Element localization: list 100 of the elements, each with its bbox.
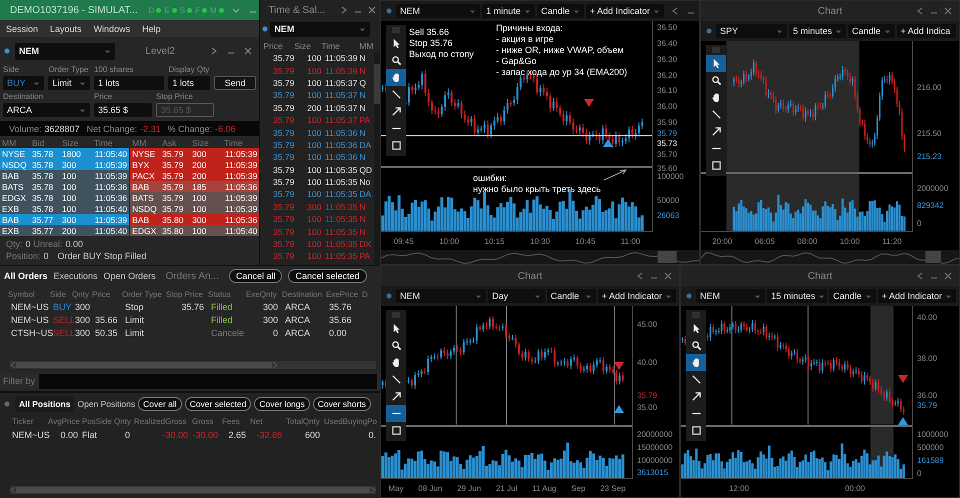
scrollbar[interactable] — [10, 486, 376, 494]
column-header[interactable]: Size — [294, 41, 322, 51]
drag-handle-icon[interactable] — [390, 27, 402, 33]
column-header[interactable]: PosSide — [82, 417, 114, 426]
cover-button[interactable]: Cover shorts — [312, 397, 371, 411]
menu-item[interactable]: Windows — [94, 24, 130, 34]
tab[interactable]: Open Orders — [104, 271, 156, 281]
chevron-left-icon[interactable] — [915, 271, 925, 281]
menu-item[interactable]: Help — [142, 24, 161, 34]
column-header[interactable]: Price — [260, 41, 294, 51]
bid-row[interactable]: BATS 35.78 100 11:05:36 — [0, 181, 130, 192]
close-icon[interactable] — [243, 46, 254, 56]
chevron-icon[interactable] — [339, 5, 349, 15]
close-icon[interactable] — [663, 271, 673, 281]
link-dot-icon[interactable] — [4, 48, 10, 54]
bid-row[interactable]: EXB 35.77 200 11:05:40 — [0, 225, 130, 236]
interval-dropdown[interactable]: 5 minutes — [788, 24, 846, 38]
symbol-dropdown[interactable]: NEM — [270, 22, 370, 36]
link-dot-icon[interactable] — [386, 8, 392, 14]
side-dropdown[interactable]: BUY — [3, 76, 44, 90]
send-button[interactable]: Send — [214, 76, 256, 90]
interval-dropdown[interactable]: 15 minutes — [767, 289, 828, 303]
menu-item[interactable]: Layouts — [50, 24, 82, 34]
ask-row[interactable]: BATS 35.79 100 11:05:39 — [130, 192, 260, 203]
column-header[interactable]: RealizedGross — [134, 417, 192, 426]
add-indicator-dropdown[interactable]: + Add Indicator — [878, 289, 956, 303]
column-header[interactable]: Gross — [192, 417, 222, 426]
link-dot-icon[interactable] — [386, 293, 392, 299]
ask-row[interactable]: BAB 35.80 300 11:05:36 — [130, 214, 260, 225]
interval-dropdown[interactable]: 1 minute — [482, 4, 536, 18]
cover-button[interactable]: Cover selected — [184, 397, 252, 411]
order-type-dropdown[interactable]: Limit — [48, 76, 90, 90]
column-header[interactable]: MM — [357, 41, 374, 51]
symbol-dropdown[interactable]: SPY — [716, 24, 787, 38]
navigator-drawing[interactable] — [701, 250, 959, 264]
column-header[interactable]: Ticker — [12, 417, 48, 426]
menu-item[interactable]: Session — [6, 24, 38, 34]
column-header[interactable]: Net — [250, 417, 286, 426]
column-header[interactable]: Qnty — [114, 417, 134, 426]
chevron-left-icon[interactable] — [635, 271, 645, 281]
bid-row[interactable]: NYSE 35.78 1800 11:05:40 — [0, 148, 130, 159]
link-dot-icon[interactable] — [686, 293, 692, 299]
column-header[interactable]: Time — [321, 41, 358, 51]
symbol-dropdown[interactable]: NEM — [396, 289, 486, 303]
ask-row[interactable]: BYX 35.79 200 11:05:39 — [130, 159, 260, 170]
tab[interactable]: All Positions — [15, 396, 74, 412]
drag-handle-icon[interactable] — [710, 47, 722, 53]
cancel-button[interactable]: Cancel all — [228, 269, 282, 283]
close-icon[interactable] — [367, 5, 377, 15]
link-dot-icon[interactable] — [4, 401, 10, 407]
chevron-left-icon[interactable] — [915, 6, 925, 16]
cover-button[interactable]: Cover all — [138, 397, 182, 411]
tab[interactable]: Open Positions — [77, 399, 136, 409]
scrollbar[interactable] — [10, 361, 376, 369]
close-icon[interactable] — [943, 271, 953, 281]
symbol-dropdown[interactable]: NEM — [696, 289, 766, 303]
cover-button[interactable]: Cover longs — [254, 397, 310, 411]
bid-row[interactable]: EXB 35.78 100 11:05:40 — [0, 203, 130, 214]
add-indicator-dropdown[interactable]: + Add Indicator — [598, 289, 676, 303]
bid-row[interactable]: NSDQ 35.78 300 11:05:39 — [0, 159, 130, 170]
scroll-thumb[interactable] — [16, 362, 272, 368]
chart-type-dropdown[interactable]: Candle — [546, 289, 596, 303]
chevron-icon[interactable] — [209, 46, 220, 56]
column-header[interactable]: AvgPrice — [48, 417, 82, 426]
chart-type-dropdown[interactable]: Candle — [537, 4, 584, 18]
ask-row[interactable]: PACX 35.79 200 11:05:39 — [130, 170, 260, 181]
destination-dropdown[interactable]: ARCA — [3, 103, 90, 117]
close-icon[interactable] — [943, 6, 953, 16]
symbol-dropdown[interactable]: NEM — [396, 4, 480, 18]
bid-row[interactable]: EDGX 35.78 100 11:05:36 — [0, 192, 130, 203]
scroll-thumb[interactable] — [16, 487, 370, 493]
link-dot-icon[interactable] — [262, 26, 268, 32]
tab[interactable]: All Orders — [4, 271, 48, 281]
symbol-dropdown[interactable]: NEM — [15, 42, 115, 60]
chevron-left-icon[interactable] — [670, 6, 680, 16]
scroll-thumb[interactable] — [374, 64, 380, 104]
chart-type-dropdown[interactable]: Candle — [848, 24, 894, 38]
bid-row[interactable]: BAB 35.77 300 11:05:39 — [0, 214, 130, 225]
price-input[interactable]: 35.65 $ — [94, 103, 152, 117]
ask-row[interactable]: NYSE 35.79 300 11:05:39 — [130, 148, 260, 159]
tab[interactable]: Executions — [54, 271, 98, 281]
shares-input[interactable]: 1 lots — [94, 76, 164, 90]
filter-input[interactable] — [39, 374, 377, 388]
bid-row[interactable]: BAB 35.78 100 11:05:39 — [0, 170, 130, 181]
ask-row[interactable]: BAB 35.79 185 11:05:36 — [130, 181, 260, 192]
interval-dropdown[interactable]: Day — [488, 289, 545, 303]
cancel-button[interactable]: Cancel selected — [288, 269, 367, 283]
add-indicator-dropdown[interactable]: + Add Indica — [896, 24, 956, 38]
column-header[interactable]: Fees — [222, 417, 250, 426]
ask-row[interactable]: EDGX 35.80 100 11:05:40 — [130, 225, 260, 236]
add-indicator-dropdown[interactable]: + Add Indicator — [586, 4, 664, 18]
ask-row[interactable]: NSDQ 35.79 100 11:05:39 — [130, 203, 260, 214]
navigator-drawing[interactable] — [381, 250, 699, 264]
column-header[interactable]: TotalQnty — [286, 417, 324, 426]
drag-handle-icon[interactable] — [390, 312, 402, 318]
drag-handle-icon[interactable] — [690, 312, 702, 318]
display-qty-input[interactable]: 1 lots — [168, 76, 210, 90]
link-dot-icon[interactable] — [706, 28, 712, 34]
column-header[interactable]: UsedBuyingPo — [324, 417, 380, 426]
scrollbar[interactable] — [374, 52, 380, 265]
